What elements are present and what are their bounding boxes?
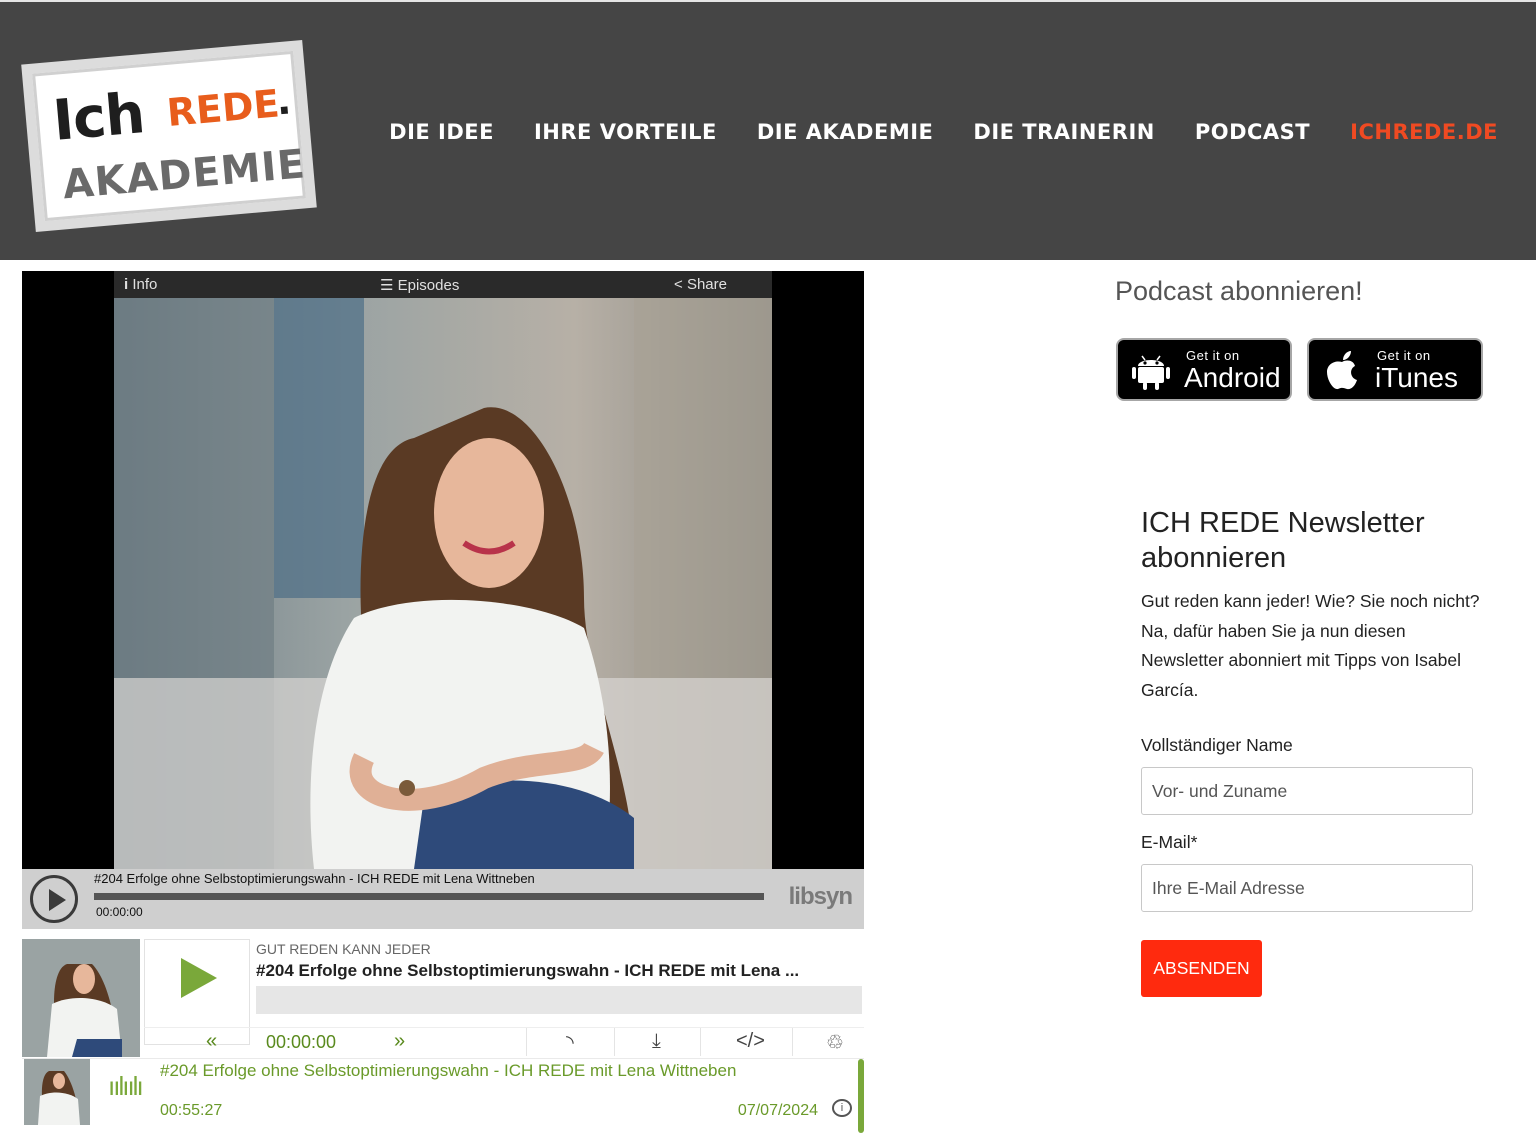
nav-item-ichrede-de[interactable]: ICHREDE.DE [1350, 120, 1498, 144]
share-icon: < [674, 276, 683, 293]
site-logo[interactable]: Ich REDE . AKADEMIE [21, 40, 317, 232]
logo-inner: Ich REDE . AKADEMIE [32, 50, 308, 222]
mini-show-name: GUT REDEN KANN JEDER [256, 941, 431, 957]
divider [792, 1028, 793, 1056]
divider [614, 1028, 615, 1056]
comment-icon[interactable]: i [832, 1099, 852, 1117]
episode-cover-image [114, 298, 772, 869]
seek-bar[interactable] [94, 893, 764, 900]
embed-icon[interactable]: </> [736, 1030, 765, 1053]
mini-time: 00:00:00 [266, 1032, 337, 1052]
info-button[interactable]: i Info [124, 276, 157, 293]
libsyn-logo: libsyn [788, 883, 853, 910]
share-button[interactable]: < Share [674, 276, 727, 293]
itunes-badge-small: Get it on [1377, 348, 1431, 363]
player-controls: #204 Erfolge ohne Selbstoptimierungswahn… [22, 869, 864, 929]
mini-player: GUT REDEN KANN JEDER #204 Erfolge ohne S… [22, 939, 864, 1133]
itunes-badge-label: iTunes [1375, 362, 1459, 393]
mini-episode-title: #204 Erfolge ohne Selbstoptimierungswahn… [256, 961, 800, 980]
episode-list-item[interactable]: ıılıılı #204 Erfolge ohne Selbstoptimier… [22, 1058, 864, 1133]
android-badge-label: Android [1184, 362, 1281, 393]
player-episode-title: #204 Erfolge ohne Selbstoptimierungswahn… [94, 871, 535, 886]
episode-item-duration: 00:55:27 [160, 1102, 223, 1119]
nav-item-die-akademie[interactable]: DIE AKADEMIE [757, 120, 934, 144]
android-badge-small: Get it on [1186, 348, 1240, 363]
player-time: 00:00:00 [96, 905, 143, 919]
name-input[interactable] [1141, 767, 1473, 815]
logo-text-akademie: AKADEMIE [60, 141, 308, 209]
newsletter-description: Gut reden kann jeder! Wie? Sie noch nich… [1141, 591, 1480, 700]
android-badge-link[interactable]: Get it on Android [1116, 338, 1292, 401]
nav-item-ihre-vorteile[interactable]: IHRE VORTEILE [534, 120, 717, 144]
mini-thumbnail [22, 939, 140, 1057]
name-field-label: Vollständiger Name [1141, 735, 1293, 755]
share-icon[interactable]: ♲ [826, 1030, 844, 1055]
episode-item-date: 07/07/2024 [737, 1102, 818, 1119]
rewind-icon[interactable]: « [206, 1030, 217, 1053]
list-icon: ☰ [380, 276, 394, 294]
episode-item-title: #204 Erfolge ohne Selbstoptimierungswahn… [160, 1061, 737, 1080]
waveform-icon: ıılıılı [108, 1071, 144, 1101]
nav-item-die-trainerin[interactable]: DIE TRAINERIN [973, 120, 1154, 144]
android-icon [1132, 355, 1170, 390]
episodes-label: Episodes [397, 276, 460, 294]
nav-item-podcast[interactable]: PODCAST [1195, 120, 1310, 144]
info-label: Info [132, 276, 158, 293]
logo-text-dot: . [274, 78, 293, 124]
info-icon: i [124, 276, 129, 293]
apple-icon [1327, 351, 1357, 390]
episode-thumbnail [24, 1059, 90, 1125]
episode-list-scrollbar[interactable] [858, 1059, 864, 1133]
site-header: Ich REDE . AKADEMIE DIE IDEE IHRE VORTEI… [0, 0, 1536, 260]
mini-controls: « 00:00:00 » ◝ ⤓ </> ♲ [144, 1027, 864, 1057]
download-icon[interactable]: ⤓ [652, 1030, 661, 1053]
fast-forward-icon[interactable]: » [394, 1030, 405, 1053]
episodes-button[interactable]: ☰ Episodes [380, 276, 459, 294]
divider [526, 1028, 527, 1056]
itunes-badge-link[interactable]: Get it on iTunes [1307, 338, 1483, 401]
email-field-label: E-Mail* [1141, 832, 1198, 852]
podcast-player: i Info ☰ Episodes < Share #204 Erfolge o… [22, 271, 864, 929]
nav-item-die-idee[interactable]: DIE IDEE [389, 120, 494, 144]
main-nav: DIE IDEE IHRE VORTEILE DIE AKADEMIE DIE … [389, 120, 1498, 144]
email-input[interactable] [1141, 864, 1473, 912]
newsletter-heading: ICH REDE Newsletter abonnieren [1141, 507, 1425, 574]
podcast-subscribe-heading: Podcast abonnieren! [1115, 276, 1363, 306]
share-label: Share [686, 276, 727, 293]
play-button[interactable] [30, 875, 78, 923]
logo-text-ich: Ich [50, 81, 147, 154]
mini-progress-bar[interactable] [256, 986, 862, 1014]
player-top-bar: i Info ☰ Episodes < Share [114, 271, 772, 298]
submit-button[interactable]: ABSENDEN [1141, 940, 1262, 997]
logo-text-rede: REDE [165, 81, 282, 136]
divider [700, 1028, 701, 1056]
rss-icon[interactable]: ◝ [566, 1030, 574, 1055]
